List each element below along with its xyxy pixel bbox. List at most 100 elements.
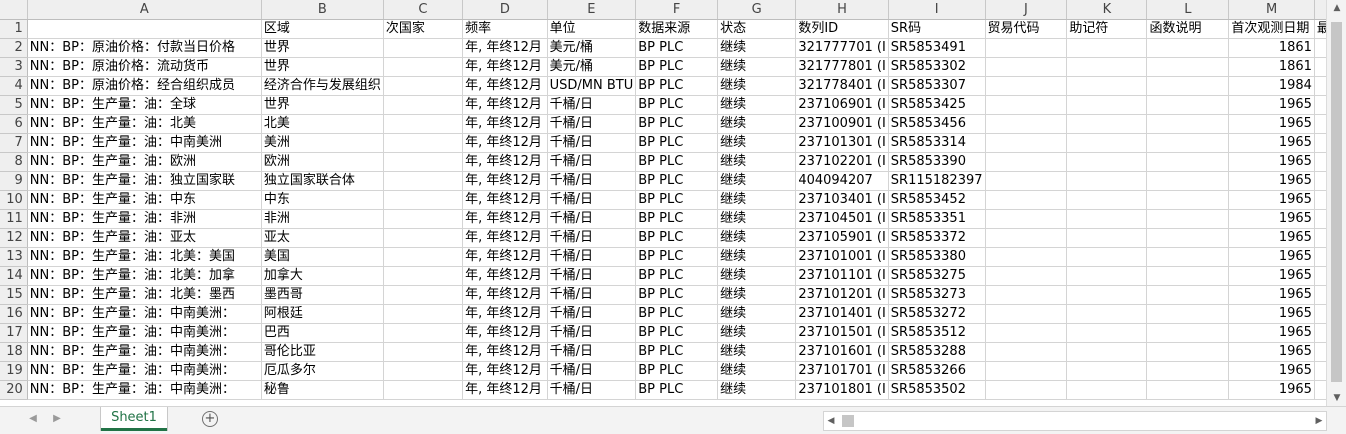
cell-b[interactable]: 世界 <box>261 95 384 115</box>
row-header[interactable]: 20 <box>0 380 28 400</box>
cell-d[interactable]: 年, 年终12月 <box>462 209 548 229</box>
column-header[interactable]: E <box>547 0 637 20</box>
cell-l[interactable] <box>1146 190 1230 210</box>
cell-d[interactable]: 年, 年终12月 <box>462 228 548 248</box>
plus-circle-icon[interactable]: + <box>202 411 218 427</box>
cell-c[interactable] <box>383 190 464 210</box>
cell-b1[interactable]: 区域 <box>261 19 384 39</box>
cell-k[interactable] <box>1066 190 1148 210</box>
cell-b[interactable]: 世界 <box>261 57 384 77</box>
cell-l[interactable] <box>1146 304 1230 324</box>
cell-k[interactable] <box>1066 228 1148 248</box>
cell-d[interactable]: 年, 年终12月 <box>462 38 548 58</box>
cell-j[interactable] <box>985 228 1068 248</box>
cell-f[interactable]: BP PLC <box>635 361 719 381</box>
cell-c[interactable] <box>383 323 464 343</box>
cell-c[interactable] <box>383 76 464 96</box>
cell-c[interactable] <box>383 247 464 267</box>
cell-h[interactable]: 237101501 (I <box>795 323 889 343</box>
cell-e[interactable]: 千桶/日 <box>547 323 637 343</box>
cell-b[interactable]: 墨西哥 <box>261 285 384 305</box>
row-header[interactable]: 1 <box>0 19 28 39</box>
cell-g[interactable]: 继续 <box>717 57 797 77</box>
cell-j[interactable] <box>985 190 1068 210</box>
cell-h[interactable]: 237101101 (I <box>795 266 889 286</box>
cell-l[interactable] <box>1146 380 1230 400</box>
cell-j[interactable] <box>985 57 1068 77</box>
row-header[interactable]: 6 <box>0 114 28 134</box>
cell-i[interactable]: SR5853425 <box>888 95 986 115</box>
cell-b[interactable]: 欧洲 <box>261 152 384 172</box>
cell-b[interactable]: 美国 <box>261 247 384 267</box>
cell-h[interactable]: 237101301 (I <box>795 133 889 153</box>
cell-k[interactable] <box>1066 171 1148 191</box>
cell-b[interactable]: 经济合作与发展组织 <box>261 76 384 96</box>
cell-j[interactable] <box>985 133 1068 153</box>
cell-f[interactable]: BP PLC <box>635 38 719 58</box>
cell-d[interactable]: 年, 年终12月 <box>462 76 548 96</box>
cell-g[interactable]: 继续 <box>717 95 797 115</box>
cell-f[interactable]: BP PLC <box>635 342 719 362</box>
cell-h[interactable]: 321777701 (I <box>795 38 889 58</box>
cell-h[interactable]: 237101401 (I <box>795 304 889 324</box>
column-header[interactable]: G <box>717 0 797 20</box>
cell-e[interactable]: 美元/桶 <box>547 38 637 58</box>
cell-g[interactable]: 继续 <box>717 285 797 305</box>
cell-m[interactable]: 1965 <box>1228 114 1315 134</box>
cell-h[interactable]: 237101201 (I <box>795 285 889 305</box>
cell-k[interactable] <box>1066 285 1148 305</box>
cell-k[interactable] <box>1066 152 1148 172</box>
cell-h[interactable]: 237101801 (I <box>795 380 889 400</box>
cell-a[interactable]: NN：BP：生产量：油：北美：加拿 <box>27 266 262 286</box>
vertical-scroll-thumb[interactable] <box>1331 22 1342 382</box>
cell-e[interactable]: 千桶/日 <box>547 171 637 191</box>
cell-k[interactable] <box>1066 76 1148 96</box>
column-header[interactable]: K <box>1066 0 1148 20</box>
cell-k[interactable] <box>1066 266 1148 286</box>
cell-j[interactable] <box>985 95 1068 115</box>
row-header[interactable]: 11 <box>0 209 28 229</box>
cell-m[interactable]: 1965 <box>1228 247 1315 267</box>
cell-b[interactable]: 非洲 <box>261 209 384 229</box>
cell-e[interactable]: 千桶/日 <box>547 247 637 267</box>
cell-b[interactable]: 厄瓜多尔 <box>261 361 384 381</box>
cell-d[interactable]: 年, 年终12月 <box>462 342 548 362</box>
cell-b[interactable]: 巴西 <box>261 323 384 343</box>
cell-f[interactable]: BP PLC <box>635 114 719 134</box>
cell-g[interactable]: 继续 <box>717 171 797 191</box>
cell-c[interactable] <box>383 228 464 248</box>
cell-l[interactable] <box>1146 57 1230 77</box>
cell-f[interactable]: BP PLC <box>635 247 719 267</box>
cell-j[interactable] <box>985 266 1068 286</box>
cell-b[interactable]: 亚太 <box>261 228 384 248</box>
cell-e[interactable]: 千桶/日 <box>547 114 637 134</box>
cell-j[interactable] <box>985 171 1068 191</box>
cell-i[interactable]: SR5853512 <box>888 323 986 343</box>
cell-g[interactable]: 继续 <box>717 247 797 267</box>
row-header[interactable]: 10 <box>0 190 28 210</box>
cell-c[interactable] <box>383 342 464 362</box>
cell-f[interactable]: BP PLC <box>635 171 719 191</box>
cell-f[interactable]: BP PLC <box>635 323 719 343</box>
cell-a[interactable]: NN：BP：生产量：油：中南美洲： <box>27 361 262 381</box>
row-header[interactable]: 16 <box>0 304 28 324</box>
cell-m[interactable]: 1984 <box>1228 76 1315 96</box>
caret-left-icon[interactable]: ◀ <box>26 412 40 426</box>
cell-d[interactable]: 年, 年终12月 <box>462 114 548 134</box>
cell-g[interactable]: 继续 <box>717 133 797 153</box>
cell-k[interactable] <box>1066 133 1148 153</box>
cell-d[interactable]: 年, 年终12月 <box>462 57 548 77</box>
row-header[interactable]: 13 <box>0 247 28 267</box>
cell-k[interactable] <box>1066 114 1148 134</box>
cell-l[interactable] <box>1146 114 1230 134</box>
cell-i[interactable]: SR5853491 <box>888 38 986 58</box>
cell-e[interactable]: 千桶/日 <box>547 266 637 286</box>
row-header[interactable]: 15 <box>0 285 28 305</box>
row-header[interactable]: 4 <box>0 76 28 96</box>
cell-k[interactable] <box>1066 38 1148 58</box>
cell-d[interactable]: 年, 年终12月 <box>462 95 548 115</box>
cell-f[interactable]: BP PLC <box>635 57 719 77</box>
cell-b[interactable]: 独立国家联合体 <box>261 171 384 191</box>
cell-e[interactable]: 千桶/日 <box>547 190 637 210</box>
cell-a[interactable]: NN：BP：生产量：油：中南美洲： <box>27 323 262 343</box>
